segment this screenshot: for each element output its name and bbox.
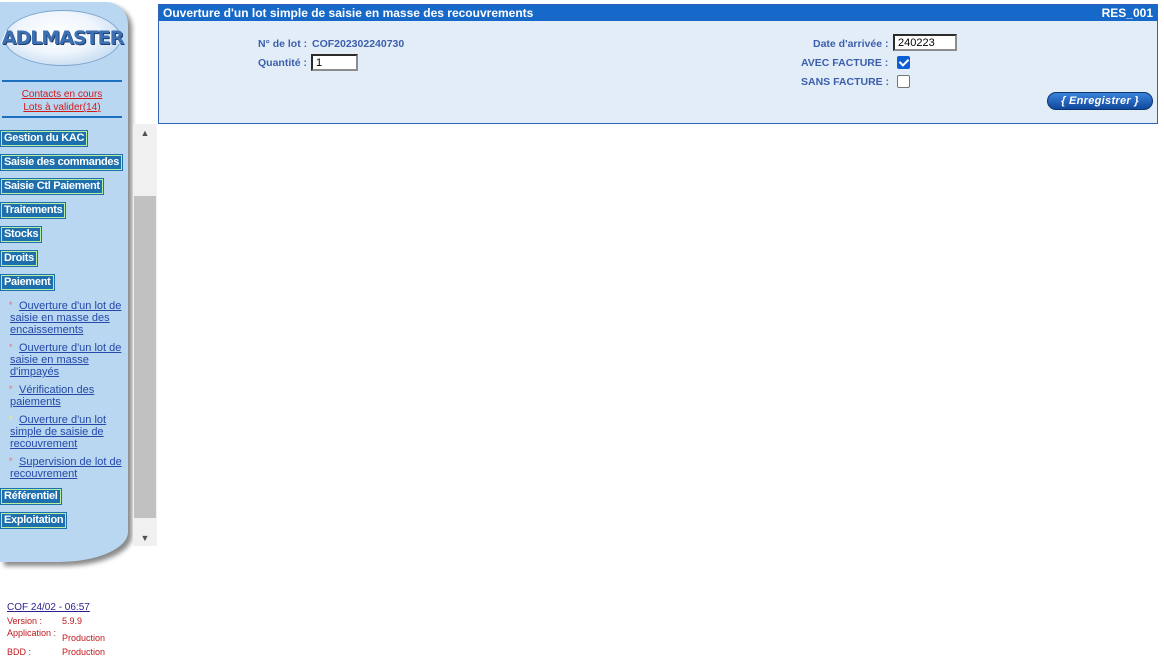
arrival-date-input[interactable]: [893, 34, 957, 51]
app-logo[interactable]: ADLMASTER: [1, 10, 124, 66]
recouvrement-form: Ouverture d'un lot simple de saisie en m…: [158, 4, 1158, 124]
logo-text: ADLMASTER: [1, 27, 124, 49]
bdd-value: Production: [62, 647, 106, 657]
menu-exploitation[interactable]: Exploitation: [0, 512, 68, 529]
lot-number-label: N° de lot :: [258, 38, 308, 50]
menu-droits[interactable]: Droits: [0, 250, 38, 267]
submenu-link[interactable]: Supervision de lot de recouvrement: [10, 456, 122, 480]
bullet-icon: *: [9, 300, 13, 310]
bullet-icon: *: [9, 456, 13, 466]
session-info: COF 24/02 - 06:57 Version : 5.9.9 Applic…: [7, 602, 147, 657]
form-title: Ouverture d'un lot simple de saisie en m…: [163, 6, 534, 20]
lot-number-value: COF202302240730: [312, 38, 405, 50]
submenu-link[interactable]: Ouverture d'un lot de saisie en masse de…: [10, 300, 121, 336]
session-link[interactable]: COF 24/02 - 06:57: [7, 602, 147, 613]
paiement-submenu: * Ouverture d'un lot de saisie en masse …: [9, 300, 122, 486]
menu-traitements[interactable]: Traitements: [0, 202, 67, 219]
version-label: Version :: [7, 616, 43, 626]
scrollbar-thumb[interactable]: [134, 196, 156, 518]
submenu-item-encaissements[interactable]: * Ouverture d'un lot de saisie en masse …: [9, 300, 122, 336]
sans-facture-checkbox[interactable]: [897, 75, 910, 88]
sidebar-divider: [2, 80, 122, 82]
bullet-icon: *: [9, 384, 13, 394]
menu-stocks[interactable]: Stocks: [0, 226, 43, 243]
submenu-link[interactable]: Vérification des paiements: [10, 384, 94, 408]
quantity-input[interactable]: [311, 54, 358, 71]
submenu-item-verification[interactable]: * Vérification des paiements: [9, 384, 122, 408]
application-label: Application :: [7, 628, 57, 638]
menu-saisie-des-commandes[interactable]: Saisie des commandes: [0, 154, 124, 171]
sans-facture-label: SANS FACTURE :: [801, 76, 890, 88]
form-code: RES_001: [1101, 6, 1153, 20]
submenu-item-supervision[interactable]: * Supervision de lot de recouvrement: [9, 456, 122, 480]
triangle-up-icon[interactable]: ▲: [133, 124, 157, 141]
bdd-label: BDD :: [7, 647, 32, 657]
bullet-icon: *: [9, 342, 13, 352]
submenu-item-recouvrement-active[interactable]: * Ouverture d'un lot simple de saisie de…: [9, 414, 122, 450]
bullet-icon: *: [9, 414, 13, 424]
lots-a-valider-link[interactable]: Lots à valider(14): [0, 102, 124, 113]
submenu-link[interactable]: Ouverture d'un lot simple de saisie de r…: [10, 414, 106, 450]
avec-facture-checkbox[interactable]: [897, 56, 910, 69]
avec-facture-label: AVEC FACTURE :: [801, 57, 889, 69]
menu-saisie-ctl-paiement[interactable]: Saisie Ctl Paiement: [0, 178, 104, 195]
version-value: 5.9.9: [62, 616, 83, 626]
sidebar: ADLMASTER Contacts en cours Lots à valid…: [0, 0, 158, 672]
application-value: Production: [62, 633, 106, 643]
quantity-label: Quantité :: [258, 57, 307, 69]
arrival-date-label: Date d'arrivée :: [813, 38, 889, 50]
triangle-down-icon[interactable]: ▼: [133, 529, 157, 546]
submenu-item-impayes[interactable]: * Ouverture d'un lot de saisie en masse …: [9, 342, 122, 378]
sidebar-divider: [2, 116, 122, 118]
menu-paiement[interactable]: Paiement: [0, 274, 55, 291]
sidebar-scrollbar[interactable]: ▲ ▼: [133, 124, 157, 546]
menu-gestion-du-kac[interactable]: Gestion du KAC: [0, 130, 89, 147]
contacts-en-cours-link[interactable]: Contacts en cours: [0, 89, 124, 100]
enregistrer-button[interactable]: { Enregistrer }: [1047, 92, 1153, 110]
menu-referentiel[interactable]: Référentiel: [0, 488, 62, 505]
submenu-link[interactable]: Ouverture d'un lot de saisie en masse d'…: [10, 342, 121, 378]
form-header: Ouverture d'un lot simple de saisie en m…: [159, 5, 1157, 21]
